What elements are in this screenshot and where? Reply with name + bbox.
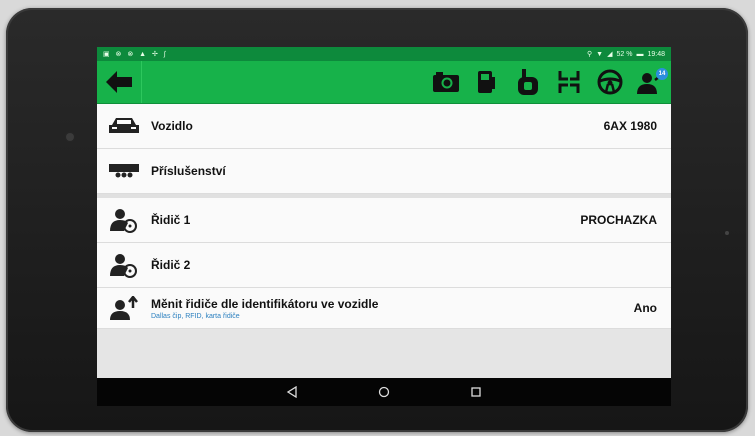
driver1-value: PROCHAZKA xyxy=(580,213,657,227)
steering-wheel-icon xyxy=(597,69,622,95)
battery-icon: ▬ xyxy=(636,50,644,58)
driver-button[interactable]: 14 xyxy=(630,61,671,103)
driver1-label: Řidič 1 xyxy=(151,213,191,227)
change-driver-value: Ano xyxy=(633,301,657,315)
driver-switch-icon xyxy=(110,296,138,320)
accessories-label: Příslušenství xyxy=(151,164,226,178)
fuel-icon xyxy=(477,71,495,93)
steering-wheel-button[interactable] xyxy=(589,61,630,103)
change-driver-label: Měnit řidiče dle identifikátoru ve vozid… xyxy=(151,296,379,311)
fuel-button[interactable] xyxy=(466,61,507,103)
notification-icons: ▣ ⊗ ⊗ ▲ ✢ ∫ xyxy=(103,51,168,58)
battery-percent: 52 % xyxy=(616,50,633,58)
status-bar: ▣ ⊗ ⊗ ▲ ✢ ∫ ⚲ ▼ ◢ 52 % ▬ 19:48 xyxy=(97,47,671,61)
vehicle-value: 6AX 1980 xyxy=(603,119,657,133)
nav-back-button[interactable] xyxy=(280,380,304,404)
vehicle-label: Vozidlo xyxy=(151,119,193,133)
back-arrow-icon xyxy=(106,71,132,93)
screen: ▣ ⊗ ⊗ ▲ ✢ ∫ ⚲ ▼ ◢ 52 % ▬ 19:48 14 Vozidl… xyxy=(97,47,671,406)
android-nav-bar xyxy=(97,378,671,406)
change-driver-row[interactable]: Měnit řidiče dle identifikátoru ve vozid… xyxy=(97,288,671,329)
camera-button[interactable] xyxy=(425,61,466,103)
car-icon xyxy=(109,118,139,133)
grid-icon xyxy=(558,71,579,93)
sensor-icon xyxy=(725,231,729,235)
camera-icon xyxy=(432,72,459,92)
front-camera-icon xyxy=(66,133,74,141)
signal-icon: ◢ xyxy=(607,51,613,58)
grid-button[interactable] xyxy=(548,61,589,103)
nav-back-icon xyxy=(286,386,297,398)
trailer-icon xyxy=(109,164,139,178)
wifi-icon: ▼ xyxy=(596,50,604,58)
nav-home-button[interactable] xyxy=(372,380,396,404)
notification-badge: 14 xyxy=(656,68,668,80)
driver1-row[interactable]: Řidič 1 PROCHAZKA xyxy=(97,198,671,243)
location-icon: ⚲ xyxy=(587,51,593,58)
drivers-section: Řidič 1 PROCHAZKA Řidič 2 Měnit řidiče d… xyxy=(97,198,671,329)
toolbar: 14 xyxy=(97,61,671,104)
vehicle-row[interactable]: Vozidlo 6AX 1980 xyxy=(97,104,671,149)
nav-recents-button[interactable] xyxy=(464,380,488,404)
back-button[interactable] xyxy=(97,61,142,103)
tachograph-button[interactable] xyxy=(507,61,548,103)
tachograph-icon xyxy=(517,69,538,95)
driver-wheel-icon xyxy=(110,254,137,278)
accessories-row[interactable]: Příslušenství xyxy=(97,149,671,194)
driver-wheel-icon xyxy=(110,209,137,233)
nav-home-icon xyxy=(378,386,390,398)
vehicle-section: Vozidlo 6AX 1980 Příslušenství xyxy=(97,104,671,194)
driver2-row[interactable]: Řidič 2 xyxy=(97,243,671,288)
change-driver-subtitle: Dallas čip, RFID, karta řidiče xyxy=(151,312,240,320)
nav-recents-icon xyxy=(471,387,481,397)
driver2-label: Řidič 2 xyxy=(151,258,191,272)
clock: 19:48 xyxy=(647,50,665,58)
